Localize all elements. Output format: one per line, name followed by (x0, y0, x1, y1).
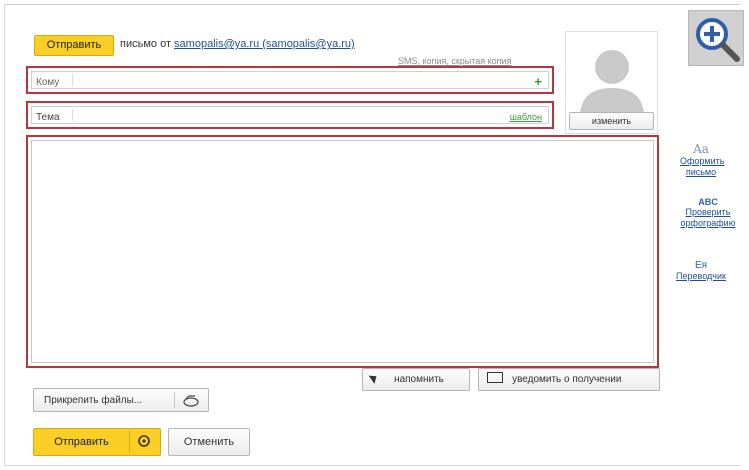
notify-receipt-button[interactable]: уведомить о получении (478, 368, 660, 391)
cancel-button[interactable]: Отменить (168, 428, 250, 456)
remind-icon (368, 372, 380, 384)
envelope-check-icon (487, 372, 503, 383)
zoom-button[interactable] (688, 10, 744, 66)
remind-button[interactable]: напомнить (362, 368, 470, 391)
from-address-link[interactable]: samopalis@ya.ru (samopalis@ya.ru) (174, 38, 355, 50)
to-field-highlight: Кому + (26, 66, 554, 94)
send-label: Отправить (54, 436, 109, 448)
template-link[interactable]: шаблон (510, 112, 542, 122)
translator-link[interactable]: Переводчик (668, 271, 734, 282)
disk-icon[interactable] (183, 393, 199, 407)
translator-tool[interactable]: Eя Переводчик (668, 260, 734, 282)
attach-divider (174, 392, 175, 408)
avatar-box: изменить (565, 31, 658, 134)
to-divider (72, 74, 73, 86)
send-top-button[interactable]: Отправить (34, 35, 114, 56)
to-field[interactable]: Кому + (31, 71, 549, 89)
translator-icon: Eя (694, 260, 708, 271)
attach-files-button[interactable]: Прикрепить файлы... (33, 388, 209, 412)
notify-label: уведомить о получении (512, 374, 622, 385)
zoom-in-icon (696, 18, 740, 62)
subject-field-highlight: Тема шаблон (26, 101, 554, 129)
send-divider (129, 431, 130, 453)
spellcheck-link[interactable]: Проверить орфографию (672, 207, 744, 229)
subject-field[interactable]: Тема шаблон (31, 106, 549, 124)
avatar-icon (580, 50, 644, 114)
from-prefix: письмо от (120, 38, 171, 50)
remind-label: напомнить (394, 374, 444, 385)
to-label: Кому (36, 77, 60, 88)
change-avatar-button[interactable]: изменить (569, 112, 654, 130)
attach-files-label: Прикрепить файлы... (44, 395, 143, 406)
extra-recipients-links[interactable]: SMS, копия, скрытая копия (398, 56, 511, 66)
send-button[interactable]: Отправить (33, 428, 161, 456)
format-icon: Aa (693, 142, 709, 156)
format-letter-tool[interactable]: Aa Оформить письмо (668, 142, 734, 178)
schedule-options-icon[interactable] (138, 435, 150, 447)
body-field-highlight (26, 135, 659, 368)
subject-label: Тема (36, 112, 60, 123)
from-line: письмо от samopalis@ya.ru (samopalis@ya.… (120, 38, 355, 50)
format-letter-link[interactable]: Оформить письмо (680, 156, 724, 178)
body-textarea[interactable] (31, 140, 654, 363)
add-contact-icon[interactable]: + (534, 74, 542, 89)
subject-divider (72, 109, 73, 121)
spellcheck-icon: ABC (698, 197, 718, 207)
spellcheck-tool[interactable]: ABC Проверить орфографию (668, 197, 748, 229)
